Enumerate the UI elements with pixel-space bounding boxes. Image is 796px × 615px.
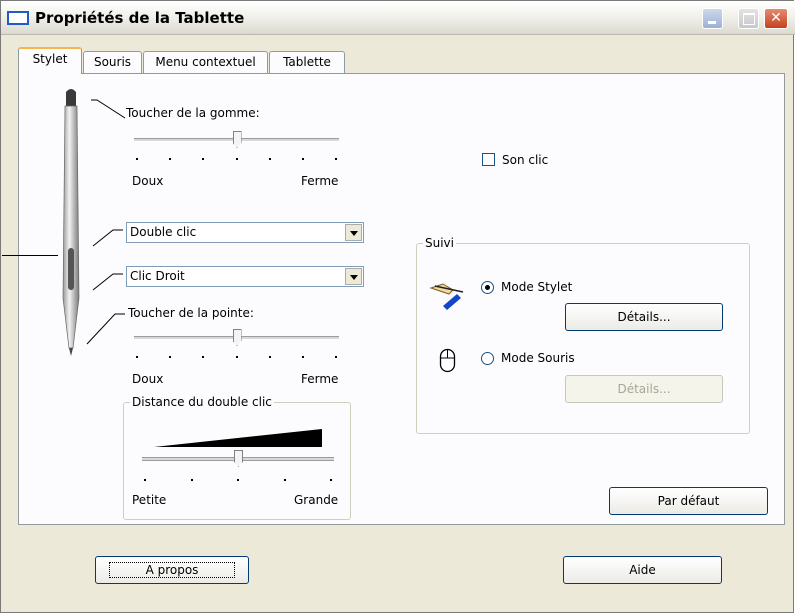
app-window-icon	[7, 11, 29, 25]
slider-tick	[169, 356, 172, 358]
tip-feel-slider[interactable]	[232, 329, 242, 346]
about-button-label: A propos	[108, 562, 236, 578]
lower-button-leader	[92, 273, 123, 291]
double-click-min-label: Petite	[132, 493, 167, 507]
mouse-icon	[439, 348, 456, 373]
lower-button-value: Clic Droit	[130, 269, 185, 283]
eraser-leader	[91, 99, 126, 119]
stylus-mode-label[interactable]: Mode Stylet	[501, 280, 572, 294]
maximize-button[interactable]	[738, 8, 759, 29]
eraser-feel-slider[interactable]	[232, 131, 242, 148]
about-button[interactable]: A propos	[95, 556, 249, 584]
tip-feel-label: Toucher de la pointe:	[128, 306, 254, 320]
tab-souris[interactable]: Souris	[83, 51, 142, 73]
slider-tick	[136, 356, 138, 358]
stylus-details-button[interactable]: Détails...	[565, 303, 723, 331]
mouse-details-button: Détails...	[565, 375, 723, 403]
lower-button-combo[interactable]: Clic Droit	[126, 266, 364, 287]
tip-min-label: Doux	[132, 372, 164, 386]
double-click-max-label: Grande	[294, 493, 339, 507]
button-leader-line	[2, 255, 58, 256]
stylus-details-label: Détails...	[617, 310, 671, 324]
click-sound-checkbox[interactable]	[482, 153, 495, 166]
slider-tick	[335, 158, 337, 160]
distance-wedge-icon	[154, 429, 322, 447]
upper-button-combo[interactable]: Double clic	[126, 222, 364, 243]
slider-tick	[335, 356, 337, 358]
tip-leader	[86, 313, 125, 345]
slider-tick	[235, 158, 238, 160]
stylus-hand-icon	[429, 283, 464, 310]
slider-tick	[268, 356, 271, 358]
chevron-down-icon[interactable]	[345, 268, 362, 285]
double-click-title: Distance du double clic	[130, 395, 274, 409]
mouse-mode-radio[interactable]	[481, 352, 494, 365]
upper-button-leader	[92, 229, 123, 247]
eraser-max-label: Ferme	[301, 174, 339, 188]
slider-tick	[235, 356, 238, 358]
upper-button-value: Double clic	[130, 225, 197, 239]
slider-tick	[301, 158, 304, 160]
slider-tick	[237, 479, 239, 481]
double-click-group: Distance du double clic Petite Grande	[123, 395, 351, 520]
slider-tick	[136, 158, 138, 160]
tracking-group: Suivi Mode Stylet Détails... Mode Souris…	[416, 236, 750, 434]
chevron-down-icon[interactable]	[345, 224, 362, 241]
double-click-slider[interactable]	[234, 450, 243, 467]
slider-tick	[169, 158, 172, 160]
slider-tick	[301, 356, 304, 358]
stylus-mode-radio[interactable]	[481, 281, 494, 294]
tab-label: Souris	[93, 55, 132, 69]
stylet-panel: Toucher de la gomme: Doux Ferme Double c…	[2, 73, 785, 525]
slider-tick	[144, 479, 146, 481]
close-icon: ✕	[770, 10, 782, 26]
tab-menu-contextuel[interactable]: Menu contextuel	[143, 51, 268, 73]
tab-label: Tablette	[283, 55, 331, 69]
mouse-details-label: Détails...	[617, 382, 671, 396]
click-sound-label[interactable]: Son clic	[502, 153, 548, 167]
default-button[interactable]: Par défaut	[609, 487, 768, 515]
slider-tick	[268, 158, 271, 160]
tablet-properties-window: Propriétés de la Tablette ✕ Stylet Souri…	[0, 0, 795, 613]
help-button-label: Aide	[629, 563, 656, 577]
tab-tablette[interactable]: Tablette	[269, 51, 345, 73]
eraser-min-label: Doux	[132, 174, 164, 188]
tab-stylet[interactable]: Stylet	[18, 47, 82, 74]
close-button[interactable]: ✕	[764, 8, 788, 29]
help-button[interactable]: Aide	[563, 556, 722, 584]
slider-tick	[202, 158, 205, 160]
slider-tick	[283, 479, 286, 481]
mouse-mode-label[interactable]: Mode Souris	[501, 351, 575, 365]
tip-max-label: Ferme	[301, 372, 339, 386]
tab-label: Stylet	[32, 52, 68, 66]
pen-icon	[62, 89, 80, 356]
eraser-feel-label: Toucher de la gomme:	[126, 106, 260, 120]
slider-tick	[190, 479, 193, 481]
minimize-button[interactable]	[702, 8, 723, 29]
window-title: Propriétés de la Tablette	[35, 9, 245, 27]
slider-tick	[330, 479, 332, 481]
slider-tick	[202, 356, 205, 358]
tracking-title: Suivi	[423, 236, 456, 250]
tab-label: Menu contextuel	[155, 55, 256, 69]
default-button-label: Par défaut	[657, 494, 720, 508]
title-bar[interactable]: Propriétés de la Tablette ✕	[1, 1, 795, 35]
